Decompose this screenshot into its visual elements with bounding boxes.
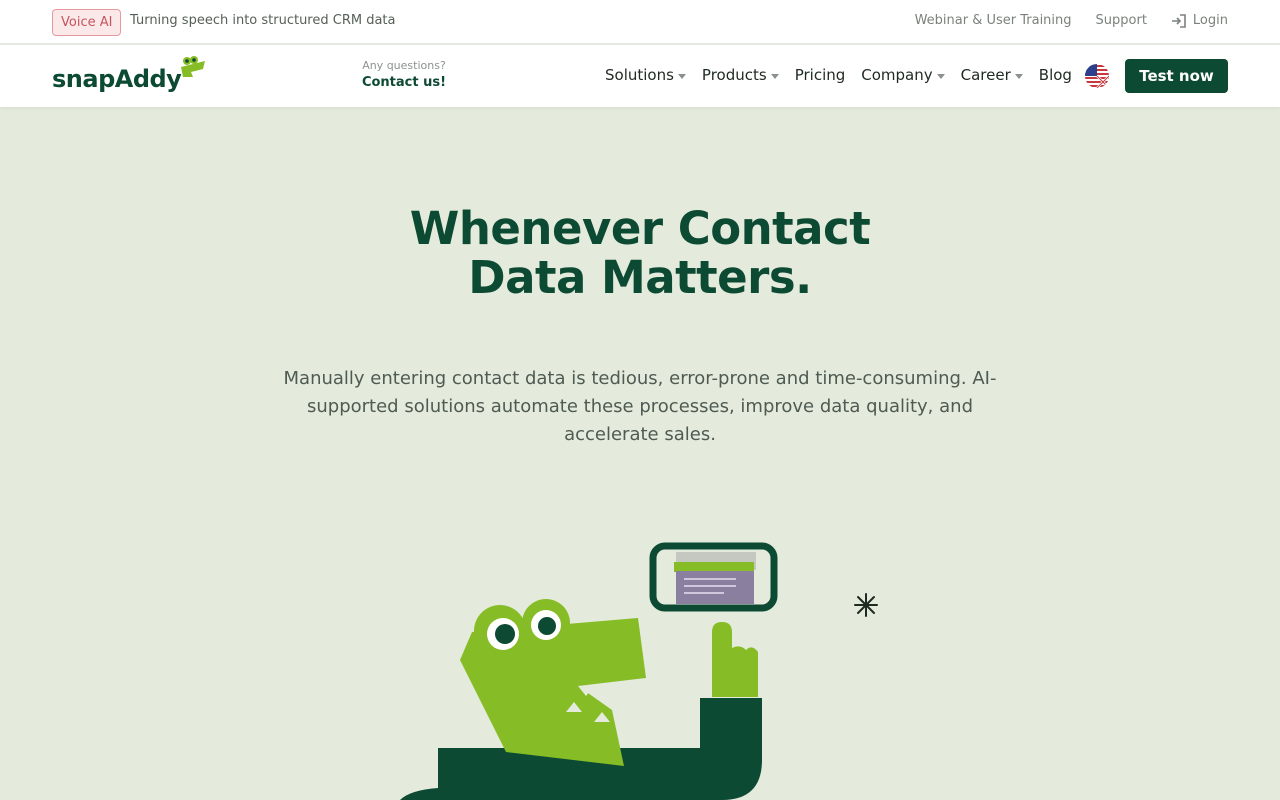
menu-solutions[interactable]: Solutions [605, 66, 686, 84]
menu-products[interactable]: Products [702, 66, 779, 84]
caret-down-icon [770, 73, 779, 79]
caret-down-icon [677, 73, 686, 79]
top-bar: Voice AI Turning speech into structured … [0, 0, 1280, 44]
login-label: Login [1192, 13, 1228, 28]
hero-title: Whenever Contact Data Matters. [0, 204, 1280, 302]
contact-block: Any questions? Contact us! [345, 59, 463, 90]
contact-us-link[interactable]: Contact us! [345, 75, 463, 90]
login-icon [1171, 13, 1186, 28]
webinar-link[interactable]: Webinar & User Training [915, 13, 1072, 28]
menu-label: Blog [1038, 66, 1072, 84]
menu-blog[interactable]: Blog [1039, 66, 1072, 84]
crocodile-logo-icon [181, 56, 206, 77]
menu-label: Pricing [794, 66, 846, 84]
crocodile-illustration [400, 542, 878, 800]
contact-question: Any questions? [362, 59, 446, 72]
main-navigation: snapAddy Any questions? Contact us! Solu… [0, 45, 1280, 107]
menu-label: Company [861, 66, 933, 84]
voice-ai-badge[interactable]: Voice AI [52, 9, 122, 36]
test-now-button[interactable]: Test now [1125, 59, 1228, 93]
caret-down-icon [936, 73, 945, 79]
menu-company[interactable]: Company [861, 66, 945, 84]
caret-down-icon [1014, 73, 1023, 79]
menu-label: Solutions [605, 66, 674, 84]
hero-description: Manually entering contact data is tediou… [283, 368, 997, 445]
main-menu: Solutions Products Pricing Company Caree… [605, 66, 1072, 84]
login-link[interactable]: Login [1171, 13, 1228, 28]
snapaddy-logo[interactable]: snapAddy [52, 55, 209, 93]
menu-label: Products [701, 66, 767, 84]
hero-title-line-1: Whenever Contact [409, 202, 871, 255]
menu-pricing[interactable]: Pricing [795, 66, 846, 84]
menu-career[interactable]: Career [961, 66, 1023, 84]
voice-ai-tagline[interactable]: Turning speech into structured CRM data [130, 13, 396, 28]
support-link[interactable]: Support [1096, 13, 1147, 28]
language-flag-icon[interactable] [1085, 64, 1109, 88]
menu-label: Career [960, 66, 1011, 84]
logo-text: snapAddy [52, 65, 182, 93]
top-links: Webinar & User Training Support Login [915, 13, 1228, 28]
hero-title-line-2: Data Matters. [468, 251, 812, 304]
